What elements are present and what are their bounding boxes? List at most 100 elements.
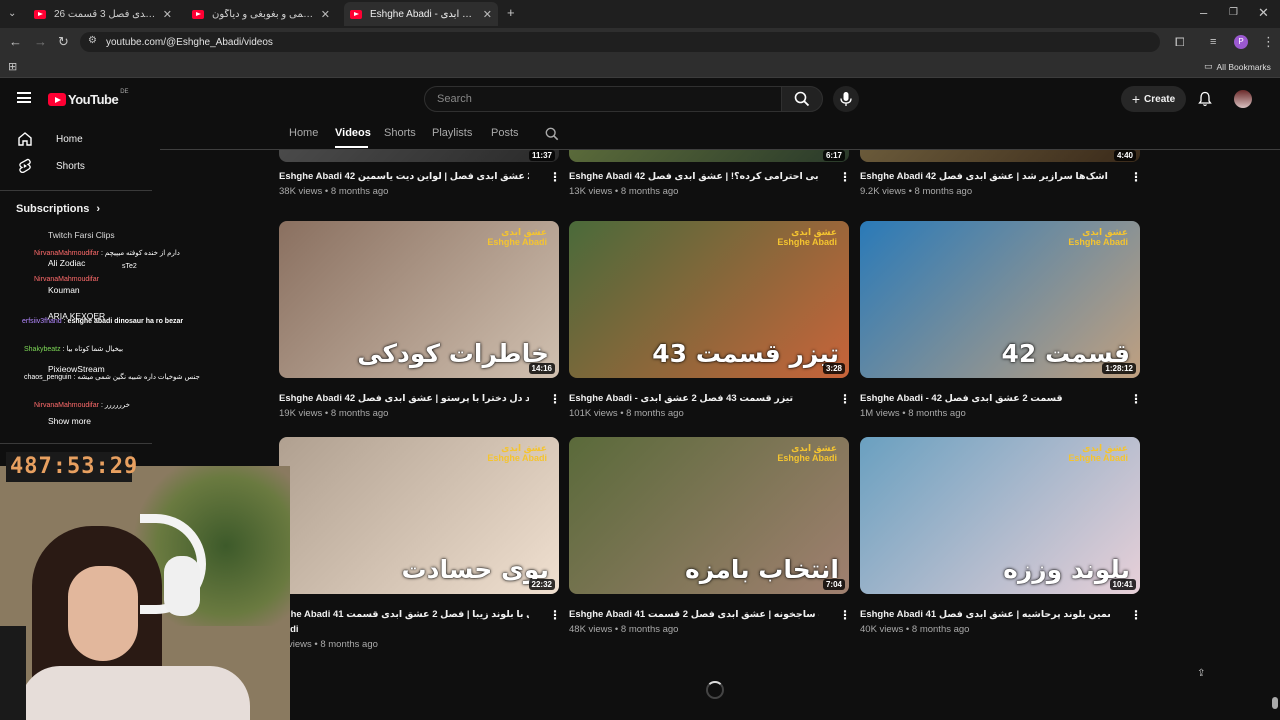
- tab-shorts[interactable]: Shorts: [384, 127, 416, 139]
- forward-icon[interactable]: →: [34, 35, 47, 49]
- account-avatar[interactable]: [1234, 90, 1252, 108]
- video-title[interactable]: Eshghe Abadi - تیزر قسمت 43 فصل 2 عشق اب…: [569, 393, 819, 404]
- video-meta: 1M views • 8 months ago: [860, 408, 966, 419]
- chat-message: NirvanaMahmoudifar : دارم از خنده کوفته …: [34, 250, 180, 257]
- video-thumbnail[interactable]: 6:17: [569, 150, 849, 162]
- video-menu-icon[interactable]: ⋮: [839, 170, 851, 184]
- hamburger-menu-icon[interactable]: [17, 92, 31, 103]
- video-thumbnail[interactable]: 11:37: [279, 150, 559, 162]
- sidebar-item-shorts[interactable]: Shorts: [16, 157, 85, 175]
- back-icon[interactable]: ←: [9, 35, 22, 49]
- video-title[interactable]: Eshghe Abadi - 42 قسمت 2 عشق ابدی فصل: [860, 393, 1110, 404]
- video-meta: K views • 8 months ago: [279, 639, 378, 650]
- restore-icon[interactable]: ❐: [1229, 6, 1238, 20]
- video-duration: 22:32: [528, 579, 555, 590]
- tab-search-icon[interactable]: ⌄: [8, 7, 16, 21]
- video-menu-icon[interactable]: ⋮: [1130, 608, 1142, 622]
- home-icon: [18, 132, 32, 146]
- channel-watermark-logo: عشق ابدی Eshghe Abadi: [487, 443, 547, 463]
- tab-videos[interactable]: Videos: [335, 127, 371, 139]
- channel-watermark-logo: عشق ابدی Eshghe Abadi: [777, 227, 837, 247]
- video-menu-icon[interactable]: ⋮: [1130, 392, 1142, 406]
- all-bookmarks-button[interactable]: ▭ All Bookmarks: [1204, 61, 1271, 72]
- video-title[interactable]: Eshghe Abadi 41 انتخاب ساجخونه | عشق ابد…: [569, 609, 819, 620]
- bookmarks-bar: ⊞ ▭ All Bookmarks: [0, 56, 1280, 78]
- video-menu-icon[interactable]: ⋮: [549, 392, 561, 406]
- extensions-icon[interactable]: ⧠: [1175, 35, 1185, 49]
- reload-icon[interactable]: ↻: [58, 35, 69, 49]
- scroll-to-top-icon[interactable]: ⇪: [1197, 668, 1205, 679]
- subscriptions-heading[interactable]: Subscriptions ›: [16, 203, 100, 215]
- video-title[interactable]: Eshghe Abadi 41 قسمت 2 یاسمین بلوند پرحا…: [860, 609, 1110, 620]
- browser-tab-2[interactable]: عاشق عزیمی و بغوبغی و دیاگون ✕: [186, 4, 336, 24]
- video-thumbnail[interactable]: عشق ابدی Eshghe Abadi قسمت 42 1:28:12: [860, 221, 1140, 378]
- show-more-link[interactable]: Show more: [48, 416, 91, 426]
- sidebar-item-home[interactable]: Home: [16, 130, 83, 148]
- channel-search-icon[interactable]: [545, 127, 559, 146]
- video-title[interactable]: hghe Abadi 41 لحظه آشنایی با بلوند زیبا …: [279, 609, 529, 620]
- video-menu-icon[interactable]: ⋮: [839, 392, 851, 406]
- video-meta: 9.2K views • 8 months ago: [860, 186, 973, 197]
- sidebar-item-label: Shorts: [56, 160, 85, 172]
- youtube-play-logo-icon: [48, 93, 66, 106]
- tab-home[interactable]: Home: [289, 127, 318, 139]
- video-thumbnail[interactable]: عشق ابدی Eshghe Abadi خاطرات کودکی 14:16: [279, 221, 559, 378]
- video-duration: 7:04: [822, 579, 845, 590]
- video-title[interactable]: Eshghe Abadi 42 قسمت 2 عشق ابدی فصل | لو…: [279, 171, 529, 182]
- stream-chat-overlay: Twitch Farsi Clips NirvanaMahmoudifar : …: [14, 218, 214, 428]
- video-thumbnail[interactable]: عشق ابدی Eshghe Abadi بوی حسادت 22:32: [279, 437, 559, 594]
- video-duration: 11:37: [528, 150, 555, 161]
- new-tab-icon[interactable]: +: [507, 6, 515, 20]
- chat-message: NirvanaMahmoudifar: [34, 276, 99, 283]
- search-button[interactable]: [781, 86, 823, 112]
- loading-spinner: [706, 681, 724, 699]
- scrollbar-thumb[interactable]: [1272, 697, 1278, 709]
- apps-grid-icon[interactable]: ⊞: [8, 60, 17, 74]
- video-menu-icon[interactable]: ⋮: [839, 608, 851, 622]
- sidebar-item-label: Home: [56, 133, 83, 145]
- video-title[interactable]: Eshghe Abadi 42 قسمت 2 کی بی احترامی کرد…: [569, 171, 819, 182]
- video-title-line2[interactable]: badi: [279, 624, 529, 635]
- close-tab-icon[interactable]: ✕: [477, 8, 492, 21]
- channel-watermark-logo: عشق ابدی Eshghe Abadi: [487, 227, 547, 247]
- browser-tab-active[interactable]: Eshghe Abadi - عشق ابدی - YouTube ✕: [344, 2, 498, 26]
- chat-message: Shakybeatz : بیخیال شما کوتاه بیا: [24, 346, 124, 353]
- chat-message: chaos_penguin : جنس شوخیات داره شبیه نگی…: [24, 374, 200, 381]
- close-tab-icon[interactable]: ✕: [157, 8, 172, 21]
- close-window-icon[interactable]: ✕: [1258, 6, 1269, 20]
- minimize-icon[interactable]: –: [1200, 6, 1207, 20]
- youtube-favicon: [192, 9, 204, 19]
- video-thumbnail[interactable]: عشق ابدی Eshghe Abadi انتخاب بامزه 7:04: [569, 437, 849, 594]
- address-bar[interactable]: ⚙ youtube.com/@Eshghe_Abadi/videos: [80, 32, 1160, 52]
- video-meta: 40K views • 8 months ago: [860, 624, 970, 635]
- youtube-logo[interactable]: YouTube DE: [48, 89, 129, 107]
- browser-tab-strip: ⌄ عشق ابدی فصل 3 قسمت 26 - Yo... ✕ عاشق …: [0, 0, 1280, 28]
- video-title[interactable]: Eshghe Abadi 42 قسمت 2 درد دل دخترا با پ…: [279, 393, 529, 404]
- media-control-icon[interactable]: ≡: [1210, 35, 1216, 49]
- tab-posts[interactable]: Posts: [491, 127, 519, 139]
- close-tab-icon[interactable]: ✕: [315, 8, 330, 21]
- video-menu-icon[interactable]: ⋮: [549, 608, 561, 622]
- microphone-image: [0, 626, 26, 720]
- tab-title: عاشق عزیمی و بغوبغی و دیاگون: [212, 8, 315, 20]
- tab-playlists[interactable]: Playlists: [432, 127, 472, 139]
- profile-avatar[interactable]: P: [1234, 35, 1248, 49]
- video-menu-icon[interactable]: ⋮: [549, 170, 561, 184]
- chat-user: Kouman: [48, 285, 80, 295]
- chrome-menu-icon[interactable]: ⋮: [1262, 35, 1275, 49]
- video-thumbnail[interactable]: عشق ابدی Eshghe Abadi تیزر قسمت 43 3:28: [569, 221, 849, 378]
- voice-search-button[interactable]: [833, 86, 859, 112]
- thumbnail-overlay-text: تیزر قسمت 43: [652, 339, 839, 368]
- video-title[interactable]: Eshghe Abadi 42 قسمت 2 اشک‌ها سرازیر شد …: [860, 171, 1110, 182]
- browser-tab-1[interactable]: عشق ابدی فصل 3 قسمت 26 - Yo... ✕: [28, 4, 178, 24]
- site-info-icon[interactable]: ⚙: [88, 35, 97, 46]
- channel-watermark-logo: عشق ابدی Eshghe Abadi: [1068, 227, 1128, 247]
- video-menu-icon[interactable]: ⋮: [1130, 170, 1142, 184]
- video-thumbnail[interactable]: عشق ابدی Eshghe Abadi بلوند وززه 10:41: [860, 437, 1140, 594]
- create-button[interactable]: + Create: [1121, 86, 1186, 112]
- notifications-bell-icon[interactable]: [1197, 91, 1213, 112]
- search-input[interactable]: Search: [424, 86, 782, 112]
- channel-watermark-logo: عشق ابدی Eshghe Abadi: [1068, 443, 1128, 463]
- stream-timer: 487:53:29: [6, 452, 137, 482]
- video-thumbnail[interactable]: 4:40: [860, 150, 1140, 162]
